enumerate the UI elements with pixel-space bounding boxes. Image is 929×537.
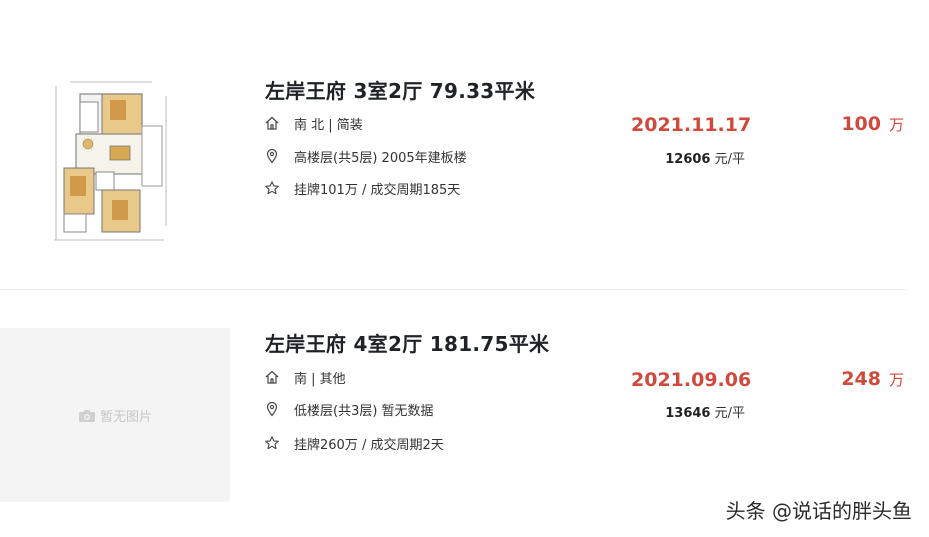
no-image-text: 暂无图片 xyxy=(99,410,152,425)
house-icon xyxy=(264,369,280,385)
floor-plan-image[interactable] xyxy=(52,76,172,248)
listing-card: 左岸王府 3室2厅 79.33平米 南 北 | 简装 高楼层(共5层) 2005… xyxy=(0,0,929,290)
unit-price-value: 13646 xyxy=(665,406,711,421)
house-icon xyxy=(264,115,280,131)
total-price: 248 万 xyxy=(841,368,904,390)
floor-text: 低楼层(共3层) 暂无数据 xyxy=(294,403,434,419)
total-price: 100 万 xyxy=(841,113,904,135)
location-pin-icon xyxy=(264,401,280,417)
unit-price-suffix: 元/平 xyxy=(714,152,745,167)
orientation-text: 南 北 | 简装 xyxy=(294,117,363,133)
listing-history-row: 挂牌101万 / 成交周期185天 xyxy=(264,179,461,198)
deal-date: 2021.09.06 xyxy=(631,369,752,391)
floor-row: 低楼层(共3层) 暂无数据 xyxy=(264,400,434,419)
floor-text: 高楼层(共5层) 2005年建板楼 xyxy=(294,150,467,166)
orientation-text: 南 | 其他 xyxy=(294,371,346,387)
camera-icon xyxy=(78,409,96,427)
orientation-row: 南 北 | 简装 xyxy=(264,114,363,133)
listing-title[interactable]: 左岸王府 4室2厅 181.75平米 xyxy=(265,328,549,357)
unit-price-value: 12606 xyxy=(665,152,711,167)
floor-row: 高楼层(共5层) 2005年建板楼 xyxy=(264,147,467,166)
unit-price: 12606 元/平 xyxy=(665,148,745,167)
total-price-unit: 万 xyxy=(888,116,904,134)
listing-title[interactable]: 左岸王府 3室2厅 79.33平米 xyxy=(265,75,535,104)
no-image-placeholder[interactable]: 暂无图片 xyxy=(0,328,230,502)
watermark: 头条 @说话的胖头鱼 xyxy=(725,499,912,523)
orientation-row: 南 | 其他 xyxy=(264,368,346,387)
listing-history-text: 挂牌101万 / 成交周期185天 xyxy=(294,182,461,198)
deal-date: 2021.11.17 xyxy=(631,114,752,136)
total-price-value: 248 xyxy=(841,368,881,390)
location-pin-icon xyxy=(264,148,280,164)
unit-price: 13646 元/平 xyxy=(665,402,745,421)
total-price-value: 100 xyxy=(841,113,881,135)
star-icon xyxy=(264,435,280,451)
star-icon xyxy=(264,180,280,196)
listing-history-text: 挂牌260万 / 成交周期2天 xyxy=(294,437,444,453)
listing-history-row: 挂牌260万 / 成交周期2天 xyxy=(264,434,444,453)
unit-price-suffix: 元/平 xyxy=(714,406,745,421)
total-price-unit: 万 xyxy=(888,371,904,389)
